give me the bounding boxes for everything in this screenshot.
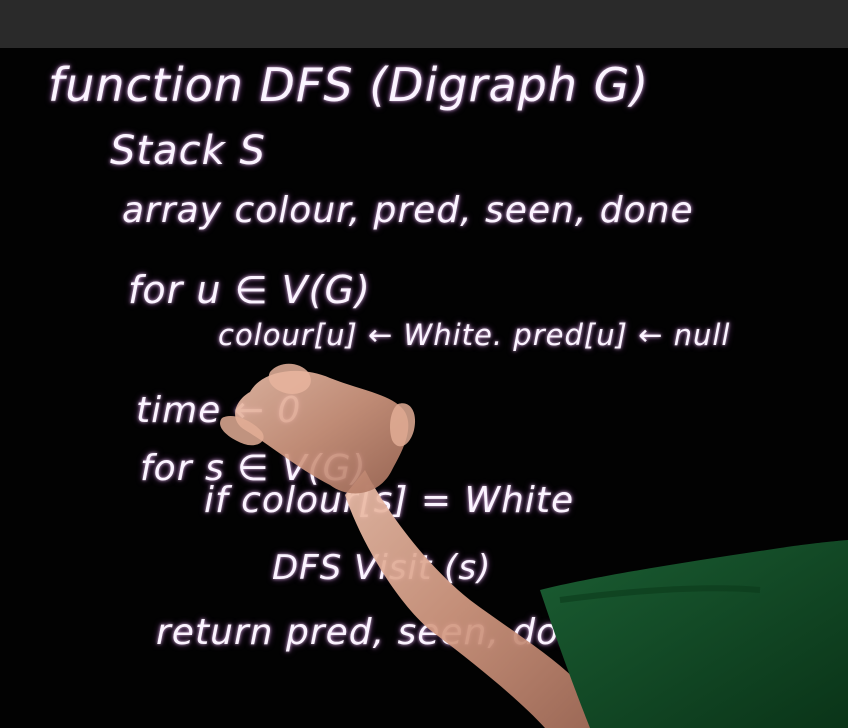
- presenter-arm-illustration: [220, 363, 848, 728]
- video-frame: function DFS (Digraph G) Stack S array c…: [0, 0, 848, 728]
